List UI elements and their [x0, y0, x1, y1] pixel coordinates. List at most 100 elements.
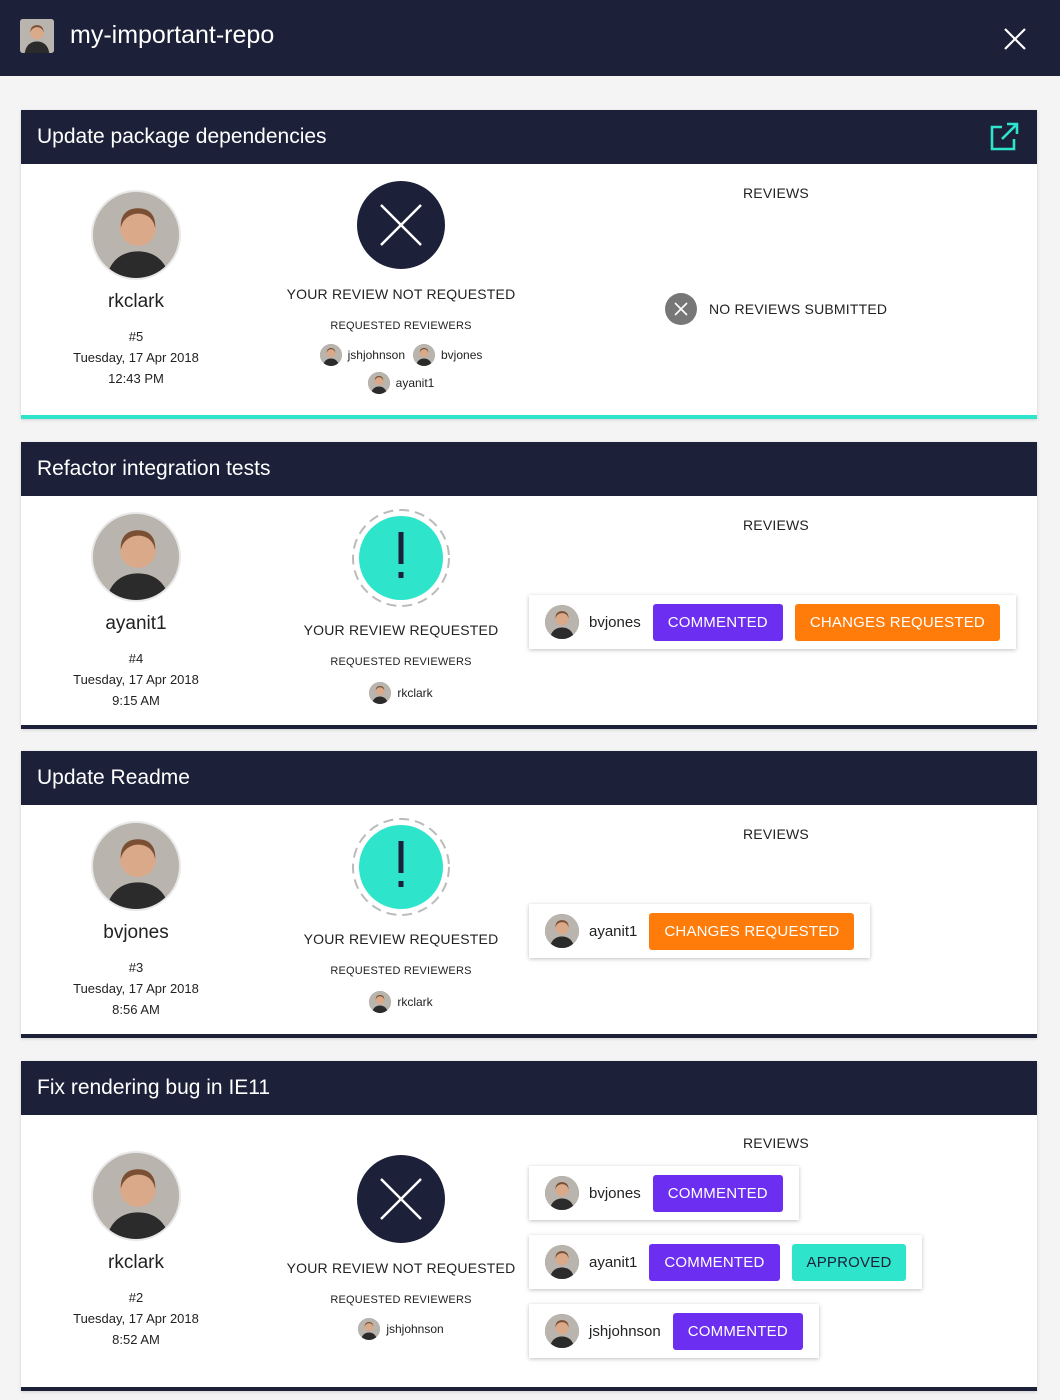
card-bottom-border: [21, 1387, 1037, 1391]
author-avatar: [91, 1151, 181, 1241]
reviewer-avatar: [319, 344, 342, 366]
requested-reviewers-list: rkclark: [261, 991, 541, 1013]
pull-request-title[interactable]: Refactor integration tests: [37, 455, 270, 483]
reviewer-avatar: [358, 1318, 381, 1340]
pull-request-time: 8:52 AM: [112, 1332, 160, 1347]
pull-request-date: Tuesday, 17 Apr 2018: [73, 981, 199, 996]
exclamation-circle-icon: [352, 509, 450, 607]
pull-request-card: Refactor integration tests ayanit1 #4 Tu…: [21, 442, 1037, 729]
approved-badge[interactable]: APPROVED: [791, 1243, 907, 1281]
review-status: YOUR REVIEW NOT REQUESTED REQUESTED REVI…: [261, 1154, 541, 1340]
requested-reviewer: jshjohnson: [358, 1318, 444, 1340]
requested-reviewers-list: jshjohnson bvjones: [261, 344, 541, 366]
reviewer-avatar: [413, 344, 435, 366]
commented-badge[interactable]: COMMENTED: [652, 603, 783, 641]
pull-request-author: bvjones #3 Tuesday, 17 Apr 2018 8:56 AM: [51, 821, 221, 1020]
requested-reviewer: rkclark: [369, 991, 433, 1013]
pull-request-author: ayanit1 #4 Tuesday, 17 Apr 2018 9:15 AM: [51, 512, 221, 711]
author-name: ayanit1: [105, 613, 167, 634]
card-bottom-border: [21, 415, 1037, 419]
requested-reviewer: bvjones: [413, 344, 482, 366]
pull-request-number: #4: [128, 651, 144, 666]
reviews-label: REVIEWS: [743, 517, 809, 533]
reviewer-name: jshjohnson: [589, 1322, 661, 1340]
no-reviews-text: NO REVIEWS SUBMITTED: [709, 301, 888, 317]
pull-request-card: Fix rendering bug in IE11 rkclark #2 Tue…: [21, 1061, 1037, 1391]
pull-request-header[interactable]: Refactor integration tests: [21, 442, 1037, 496]
review-status: YOUR REVIEW NOT REQUESTED REQUESTED REVI…: [261, 180, 541, 394]
pull-request-header[interactable]: Fix rendering bug in IE11: [21, 1061, 1037, 1115]
review-status-text: YOUR REVIEW NOT REQUESTED: [286, 1260, 516, 1276]
commented-badge[interactable]: COMMENTED: [652, 1174, 783, 1212]
close-icon[interactable]: [996, 20, 1034, 58]
author-name: bvjones: [103, 922, 169, 943]
commented-badge[interactable]: COMMENTED: [649, 1243, 780, 1281]
pull-request-date: Tuesday, 17 Apr 2018: [73, 1311, 199, 1326]
pull-request-author: rkclark #5 Tuesday, 17 Apr 2018 12:43 PM: [51, 190, 221, 389]
pull-request-title[interactable]: Update package dependencies: [37, 123, 327, 151]
reviews-label: REVIEWS: [743, 185, 809, 201]
repo-title: my-important-repo: [70, 21, 275, 49]
app-header: my-important-repo: [0, 0, 1060, 76]
author-name: rkclark: [108, 291, 164, 312]
review-entry: ayanit1 CHANGES REQUESTED: [529, 904, 871, 958]
reviewer-name: bvjones: [589, 1184, 641, 1202]
pull-request-date: Tuesday, 17 Apr 2018: [73, 672, 199, 687]
reviewer-avatar: [367, 372, 390, 394]
requested-reviewer: jshjohnson: [319, 344, 405, 366]
review-entry: jshjohnson COMMENTED: [529, 1304, 819, 1358]
review-status-text: YOUR REVIEW REQUESTED: [303, 931, 499, 947]
changes-requested-badge[interactable]: CHANGES REQUESTED: [649, 912, 855, 950]
pull-request-number: #5: [128, 329, 144, 344]
reviewer-name: ayanit1: [589, 922, 638, 940]
pull-request-time: 12:43 PM: [108, 371, 164, 386]
review-entry: ayanit1 COMMENTED APPROVED: [529, 1235, 923, 1289]
exclamation-circle-icon: [352, 818, 450, 916]
reviewer-avatar: [369, 682, 392, 704]
pull-request-time: 9:15 AM: [112, 693, 160, 708]
review-status-text: YOUR REVIEW REQUESTED: [303, 622, 499, 638]
pull-request-time: 8:56 AM: [112, 1002, 160, 1017]
pull-request-card: Update Readme bvjones #3 Tuesday, 17 Apr…: [21, 751, 1037, 1038]
requested-reviewers-label: REQUESTED REVIEWERS: [330, 320, 472, 332]
requested-reviewers-label: REQUESTED REVIEWERS: [330, 656, 472, 668]
pull-request-header[interactable]: Update package dependencies: [21, 110, 1037, 164]
x-circle-icon: [357, 181, 445, 269]
review-status: YOUR REVIEW REQUESTED REQUESTED REVIEWER…: [261, 817, 541, 1013]
reviewer-avatar: [545, 1176, 579, 1210]
reviewer-avatar: [369, 991, 392, 1013]
review-entry: bvjones COMMENTED CHANGES REQUESTED: [529, 595, 1016, 649]
author-avatar: [91, 821, 181, 911]
reviewer-avatar: [545, 914, 579, 948]
card-bottom-border: [21, 725, 1037, 729]
requested-reviewers-list: rkclark: [261, 682, 541, 704]
review-status-text: YOUR REVIEW NOT REQUESTED: [286, 286, 516, 302]
x-small-circle-icon: [665, 293, 697, 325]
reviewer-name: bvjones: [589, 613, 641, 631]
no-reviews: NO REVIEWS SUBMITTED: [665, 293, 887, 325]
requested-reviewer: rkclark: [369, 682, 433, 704]
reviewer-avatar: [545, 1314, 579, 1348]
pull-request-title[interactable]: Update Readme: [37, 764, 190, 792]
author-avatar: [91, 512, 181, 602]
changes-requested-badge[interactable]: CHANGES REQUESTED: [794, 603, 1000, 641]
requested-reviewers-label: REQUESTED REVIEWERS: [330, 1294, 472, 1306]
author-name: rkclark: [108, 1252, 164, 1273]
x-circle-icon: [357, 1155, 445, 1243]
reviewer-avatar: [545, 605, 579, 639]
external-link-icon[interactable]: [986, 119, 1022, 155]
repo-owner-avatar: [20, 19, 54, 53]
commented-badge[interactable]: COMMENTED: [672, 1312, 803, 1350]
reviewer-avatar: [545, 1245, 579, 1279]
pull-request-header[interactable]: Update Readme: [21, 751, 1037, 805]
requested-reviewer: ayanit1: [367, 372, 434, 394]
reviews-label: REVIEWS: [743, 1135, 809, 1151]
reviewer-name: ayanit1: [589, 1253, 638, 1271]
reviews-label: REVIEWS: [743, 826, 809, 842]
pull-request-number: #3: [128, 960, 144, 975]
review-entry: bvjones COMMENTED: [529, 1166, 799, 1220]
pull-request-date: Tuesday, 17 Apr 2018: [73, 350, 199, 365]
requested-reviewers-label: REQUESTED REVIEWERS: [330, 965, 472, 977]
pull-request-title[interactable]: Fix rendering bug in IE11: [37, 1074, 270, 1102]
review-status: YOUR REVIEW REQUESTED REQUESTED REVIEWER…: [261, 508, 541, 704]
